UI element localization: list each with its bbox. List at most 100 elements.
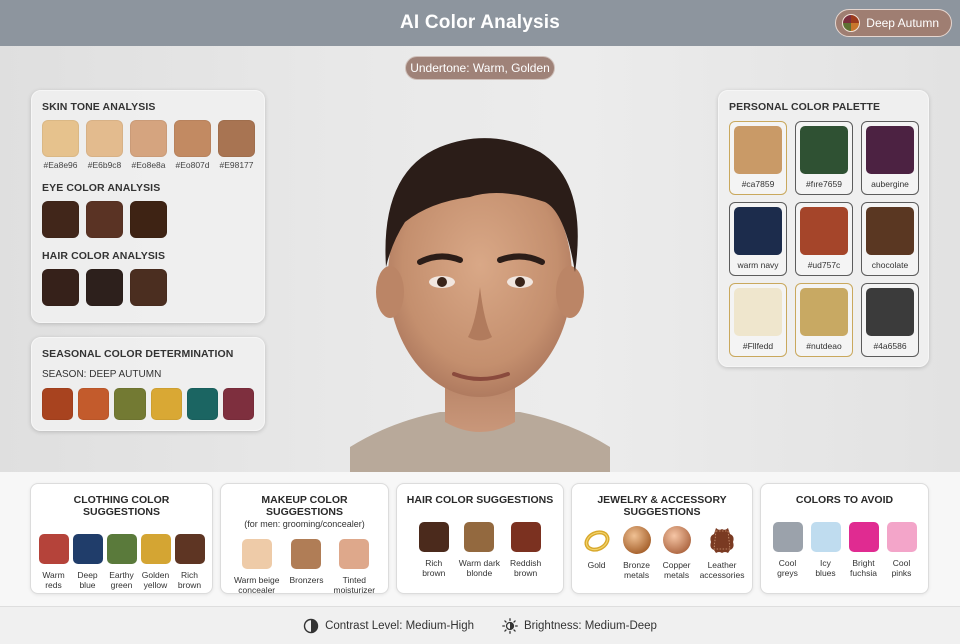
suggestion-swatch xyxy=(772,522,803,552)
suggestion-label: Bronzers xyxy=(289,575,324,585)
palette-cell[interactable]: #Fllfedd xyxy=(729,283,787,357)
skin-swatch[interactable]: #Ea8e96 xyxy=(42,120,79,170)
suggestion-item[interactable]: Golden yellow xyxy=(140,534,171,590)
jewelry-items: Gold Bronze metals Copper metals Leather ac… xyxy=(580,524,745,580)
palette-cell[interactable]: aubergine xyxy=(861,121,919,195)
suggestion-item[interactable]: Cool pinks xyxy=(886,522,917,578)
suggestion-item[interactable]: Deep blue xyxy=(72,534,103,590)
jewelry-label: Leather accessories xyxy=(699,560,745,580)
contrast-icon xyxy=(303,618,319,633)
jewelry-item[interactable]: Bronze metals xyxy=(620,524,654,580)
suggestion-item[interactable]: Warm beige concealer xyxy=(233,539,280,595)
suggestion-item[interactable]: Rich brown xyxy=(174,534,205,590)
avoid-colors-card: COLORS TO AVOID Cool greys Icy blues Brigh… xyxy=(760,483,929,594)
suggestion-item[interactable]: Rich brown xyxy=(418,522,449,578)
eye-swatch[interactable] xyxy=(86,201,123,238)
palette-swatch xyxy=(734,126,782,174)
suggestion-item[interactable]: Warm dark blonde xyxy=(459,522,500,578)
palette-swatch xyxy=(800,126,848,174)
jewelry-item[interactable]: Gold xyxy=(580,524,614,580)
suggestion-item[interactable]: Reddish brown xyxy=(510,522,541,578)
palette-swatch xyxy=(734,207,782,255)
suggestion-swatch xyxy=(464,522,495,552)
jewelry-label: Copper metals xyxy=(662,560,691,580)
suggestion-item[interactable]: Bronzers xyxy=(289,539,323,595)
copper-icon xyxy=(660,524,694,556)
contrast-label: Contrast Level: Medium-High xyxy=(325,619,474,632)
suggestion-label: Golden yellow xyxy=(141,570,170,590)
palette-label: #Fllfedd xyxy=(742,341,774,351)
skin-swatch[interactable]: #Eo8e8a xyxy=(130,120,167,170)
suggestion-label: Cool greys xyxy=(777,558,798,578)
bronze-icon xyxy=(620,524,654,556)
hair-swatch[interactable] xyxy=(86,269,123,306)
palette-swatch xyxy=(800,288,848,336)
gold-ring-icon xyxy=(580,524,614,556)
skin-swatch[interactable]: #E6b9c8 xyxy=(86,120,123,170)
makeup-subtitle: (for men: grooming/concealer) xyxy=(244,519,365,529)
palette-label: aubergine xyxy=(871,179,909,189)
suggestion-label: Warm beige concealer xyxy=(233,575,280,595)
jewelry-item[interactable]: Leather accessories xyxy=(699,524,745,580)
hair-swatch[interactable] xyxy=(130,269,167,306)
palette-swatch xyxy=(800,207,848,255)
palette-swatch xyxy=(866,288,914,336)
palette-swatch xyxy=(866,126,914,174)
season-chip[interactable]: Deep Autumn xyxy=(835,9,952,37)
suggestion-item[interactable]: Icy blues xyxy=(810,522,841,578)
palette-cell[interactable]: #ca7859 xyxy=(729,121,787,195)
season-swatch[interactable] xyxy=(150,388,182,420)
suggestion-swatch xyxy=(418,522,449,552)
season-swatch[interactable] xyxy=(78,388,110,420)
suggestion-swatch xyxy=(810,522,841,552)
suggestion-item[interactable]: Tinted moisturizer xyxy=(333,539,375,595)
eye-swatch[interactable] xyxy=(130,201,167,238)
suggestion-label: Cool pinks xyxy=(891,558,912,578)
eye-swatch[interactable] xyxy=(42,201,79,238)
suggestion-swatch xyxy=(339,539,370,569)
makeup-items: Warm beige concealer Bronzers Tinted moist… xyxy=(234,539,375,595)
palette-cell[interactable]: #nutdeao xyxy=(795,283,853,357)
jewelry-label: Bronze metals xyxy=(623,560,651,580)
jewelry-title: JEWELRY & ACCESSORY SUGGESTIONS xyxy=(597,494,727,518)
palette-cell[interactable]: #fıre7659 xyxy=(795,121,853,195)
clothing-items: Warm reds Deep blue Earthy green Golden yel… xyxy=(38,534,205,590)
suggestion-swatch xyxy=(886,522,917,552)
suggestion-item[interactable]: Warm reds xyxy=(38,534,69,590)
swatch-color xyxy=(130,120,167,157)
jewelry-label: Gold xyxy=(587,560,606,570)
jewelry-item[interactable]: Copper metals xyxy=(660,524,694,580)
suggestion-swatch xyxy=(291,539,322,569)
palette-cell[interactable]: #ud757c xyxy=(795,202,853,276)
season-swatches xyxy=(42,388,255,420)
season-swatch[interactable] xyxy=(42,388,74,420)
palette-cell[interactable]: warm navy xyxy=(729,202,787,276)
swatch-color xyxy=(42,120,79,157)
suggestion-swatch xyxy=(72,534,103,564)
swatch-code: #Eo807d xyxy=(175,160,210,170)
avoid-items: Cool greys Icy blues Bright fuchsia Cool pi… xyxy=(772,522,917,578)
season-swatch[interactable] xyxy=(114,388,146,420)
palette-cell[interactable]: #4a6586 xyxy=(861,283,919,357)
suggestion-item[interactable]: Bright fuchsia xyxy=(848,522,879,578)
suggestion-item[interactable]: Cool greys xyxy=(772,522,803,578)
hair-swatch[interactable] xyxy=(42,269,79,306)
suggestion-label: Rich brown xyxy=(177,570,202,590)
skin-swatch[interactable]: #Eo807d xyxy=(174,120,211,170)
hair-color-title: HAIR COLOR ANALYSIS xyxy=(42,250,166,262)
analysis-area: Undertone: Warm, Golden SKIN TONE ANALYS… xyxy=(0,46,960,472)
palette-label: #ca7859 xyxy=(741,179,775,189)
suggestion-swatch xyxy=(848,522,879,552)
suggestion-label: Tinted moisturizer xyxy=(333,575,376,595)
skin-swatch[interactable]: #E98177 xyxy=(218,120,255,170)
suggestion-item[interactable]: Earthy green xyxy=(106,534,137,590)
season-swatch[interactable] xyxy=(222,388,255,420)
swatch-code: #E6b9c8 xyxy=(87,160,122,170)
season-swatch[interactable] xyxy=(186,388,218,420)
brightness-icon xyxy=(502,617,518,634)
palette-title: PERSONAL COLOR PALETTE xyxy=(729,101,881,113)
palette-label: #fıre7659 xyxy=(806,179,842,189)
contrast-metric: Contrast Level: Medium-High xyxy=(303,618,474,634)
suggestion-label: Deep blue xyxy=(77,570,98,590)
palette-cell[interactable]: chocolate xyxy=(861,202,919,276)
